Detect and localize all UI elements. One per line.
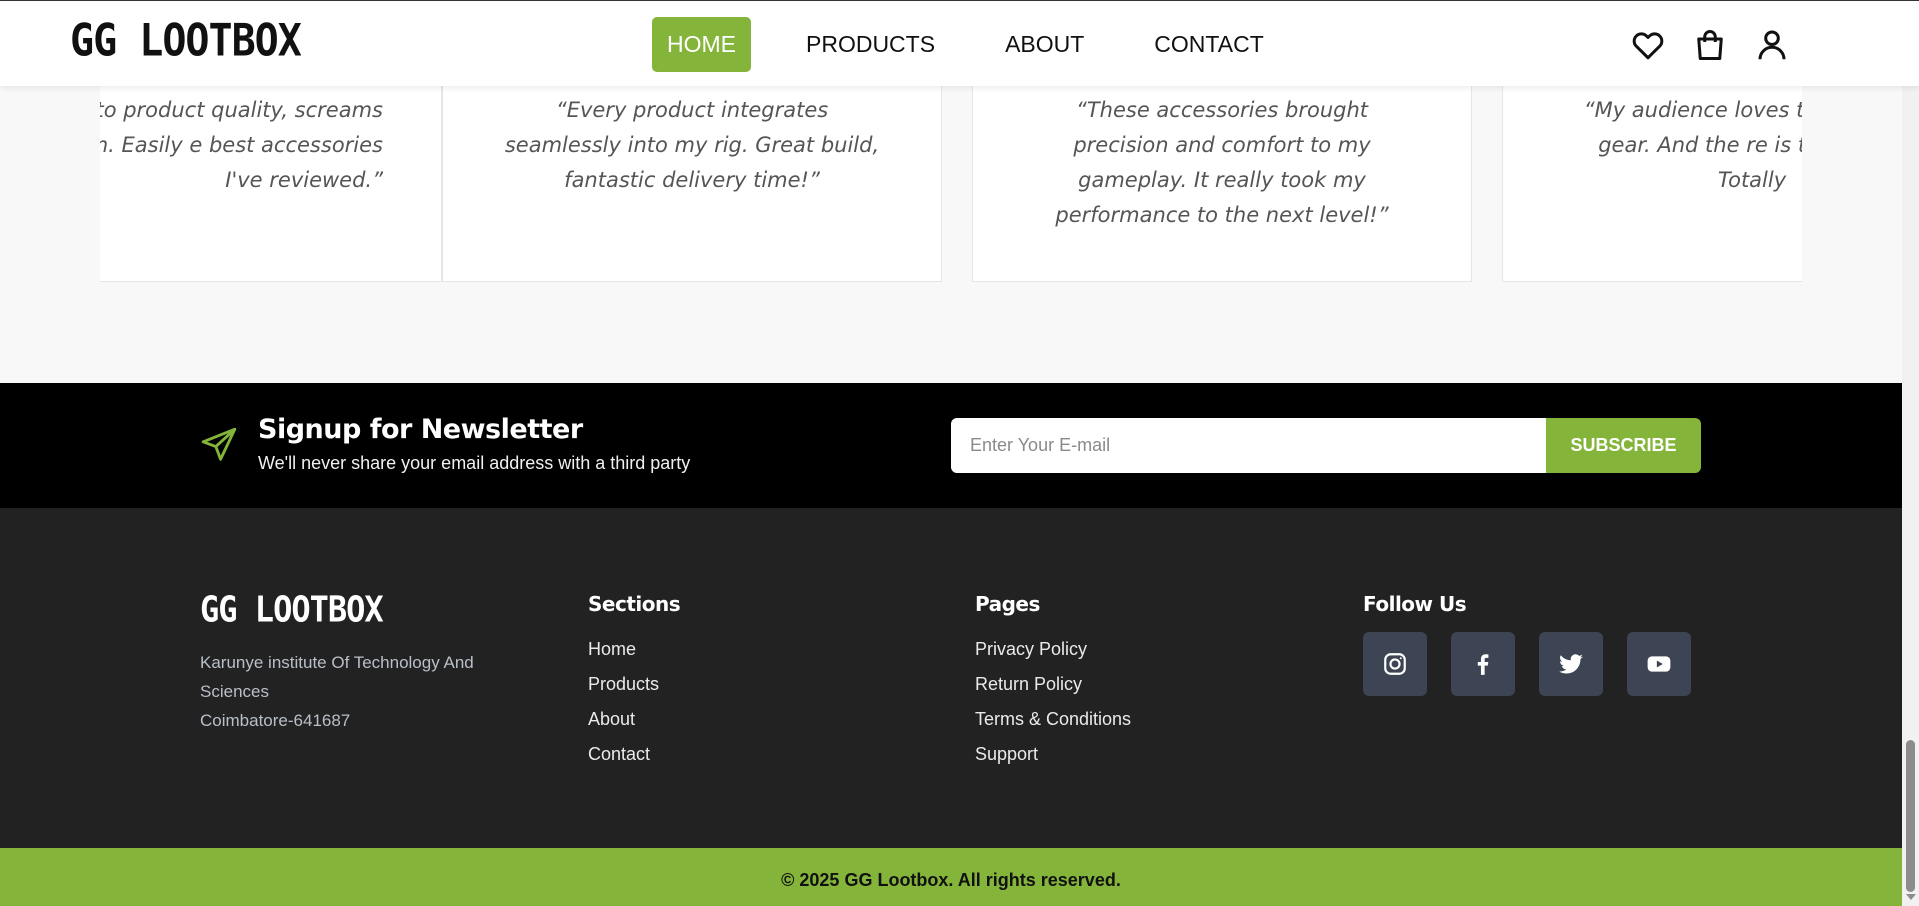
youtube-icon — [1647, 656, 1671, 672]
header-actions — [1630, 27, 1816, 63]
site-footer: GG LOOTBOX Karunye institute Of Technolo… — [0, 508, 1902, 848]
footer-address: Karunye institute Of Technology And Scie… — [200, 648, 520, 735]
subscribe-button[interactable]: SUBSCRIBE — [1546, 418, 1701, 473]
testimonial-card: aging to product quality, screams premiu… — [100, 86, 442, 282]
newsletter-section: Signup for Newsletter We'll never share … — [0, 383, 1902, 508]
footer-sections-title: Sections — [588, 592, 681, 616]
twitter-button[interactable] — [1539, 632, 1603, 696]
footer-link-support[interactable]: Support — [975, 737, 1131, 772]
footer-pages: Pages Privacy Policy Return Policy Terms… — [975, 592, 1131, 772]
footer-link-return[interactable]: Return Policy — [975, 667, 1131, 702]
footer-link-terms[interactable]: Terms & Conditions — [975, 702, 1131, 737]
paper-plane-icon — [201, 427, 237, 461]
scrollbar-thumb[interactable] — [1906, 740, 1915, 892]
page-scrollbar[interactable] — [1902, 0, 1919, 906]
footer-follow-title: Follow Us — [1363, 592, 1467, 616]
footer-logo[interactable]: GG LOOTBOX — [200, 588, 384, 631]
footer-link-products[interactable]: Products — [588, 667, 680, 702]
scroll-down-arrow-icon[interactable] — [1906, 894, 1916, 900]
shopping-bag-icon[interactable] — [1692, 27, 1728, 63]
newsletter-title: Signup for Newsletter — [258, 414, 583, 445]
facebook-button[interactable] — [1451, 632, 1515, 696]
footer-link-home[interactable]: Home — [588, 632, 680, 667]
email-field[interactable] — [951, 418, 1546, 473]
testimonial-quote: “My audience loves the my new gear. And … — [1583, 98, 1802, 192]
main-nav: HOME PRODUCTS ABOUT CONTACT — [652, 17, 1319, 72]
testimonial-quote: “Every product integrates seamlessly int… — [504, 98, 880, 192]
footer-link-contact[interactable]: Contact — [588, 737, 680, 772]
address-line: Coimbatore-641687 — [200, 711, 351, 730]
testimonial-quote: aging to product quality, screams premiu… — [100, 98, 383, 192]
footer-pages-title: Pages — [975, 592, 1040, 616]
social-links — [1363, 632, 1715, 696]
site-logo[interactable]: GG LOOTBOX — [70, 15, 302, 67]
testimonial-quote: “These accessories brought precision and… — [1055, 98, 1389, 227]
footer-follow: Follow Us — [1363, 592, 1715, 696]
footer-sections: Sections Home Products About Contact — [588, 592, 681, 772]
user-icon[interactable] — [1754, 27, 1790, 63]
newsletter-form: SUBSCRIBE — [951, 418, 1701, 473]
heart-icon[interactable] — [1630, 27, 1666, 63]
instagram-button[interactable] — [1363, 632, 1427, 696]
facebook-icon — [1477, 654, 1489, 675]
address-line: Karunye institute Of Technology And Scie… — [200, 653, 474, 701]
nav-home[interactable]: HOME — [652, 17, 751, 72]
instagram-icon — [1384, 653, 1406, 675]
nav-contact[interactable]: CONTACT — [1139, 17, 1278, 72]
testimonial-card: “My audience loves the my new gear. And … — [1502, 86, 1802, 282]
nav-about[interactable]: ABOUT — [990, 17, 1099, 72]
testimonial-card: “Every product integrates seamlessly int… — [442, 86, 942, 282]
testimonials-carousel[interactable]: aging to product quality, screams premiu… — [100, 86, 1802, 282]
footer-link-about[interactable]: About — [588, 702, 680, 737]
copyright-bar: © 2025 GG Lootbox. All rights reserved. — [0, 848, 1902, 906]
testimonial-card: “These accessories brought precision and… — [972, 86, 1472, 282]
newsletter-subtitle: We'll never share your email address wit… — [258, 453, 691, 473]
twitter-icon — [1559, 654, 1583, 674]
youtube-button[interactable] — [1627, 632, 1691, 696]
nav-products[interactable]: PRODUCTS — [791, 17, 950, 72]
footer-link-privacy[interactable]: Privacy Policy — [975, 632, 1131, 667]
site-header: GG LOOTBOX HOME PRODUCTS ABOUT CONTACT — [0, 0, 1919, 86]
